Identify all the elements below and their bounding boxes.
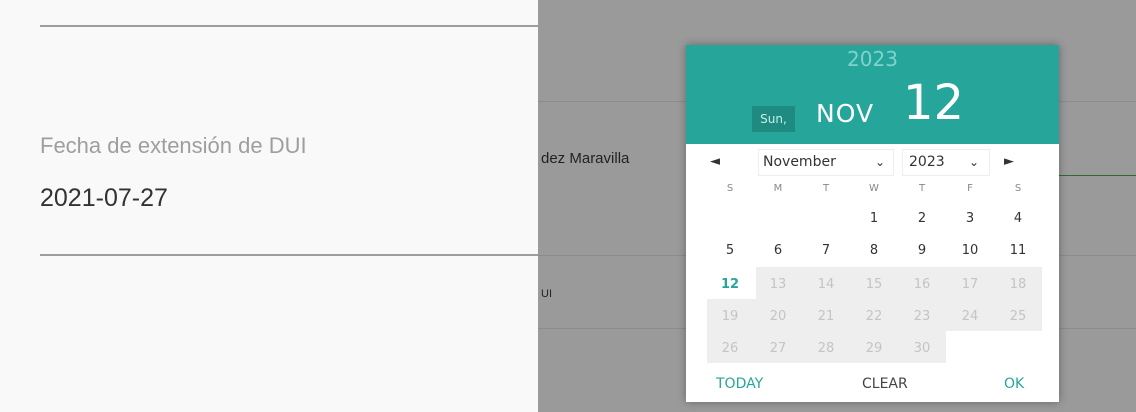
day-cell[interactable]: 7	[802, 243, 850, 258]
day-cell: 28	[817, 341, 835, 356]
day-cell[interactable]: 2	[898, 211, 946, 226]
prev-month-icon[interactable]: ◄	[710, 154, 720, 169]
day-cell: 17	[961, 277, 979, 292]
day-cell: 23	[913, 309, 931, 324]
header-weekday: Sun,	[752, 106, 795, 132]
day-cell: 14	[817, 277, 835, 292]
selected-day[interactable]: 12	[706, 277, 754, 292]
day-cell[interactable]: 1	[850, 211, 898, 226]
day-cell: 26	[721, 341, 739, 356]
weekday-label: M	[773, 183, 783, 194]
field-underline	[40, 254, 538, 256]
weekday-label: S	[1014, 183, 1022, 194]
day-cell[interactable]: 4	[994, 211, 1042, 226]
day-cell[interactable]: 9	[898, 243, 946, 258]
datepicker-dialog: 2023 Sun, NOV 12 ◄ November ⌄ 2023 ⌄ ► S…	[686, 45, 1059, 402]
day-cell[interactable]: 11	[994, 243, 1042, 258]
month-select[interactable]: November ⌄	[758, 149, 894, 176]
year-select-value: 2023	[909, 154, 945, 170]
day-cell: 13	[769, 277, 787, 292]
day-cell: 25	[1009, 309, 1027, 324]
divider-top	[40, 25, 538, 27]
day-cell: 29	[865, 341, 883, 356]
header-day: 12	[903, 75, 965, 131]
date-field[interactable]: 2021-07-27	[40, 184, 168, 213]
datepicker-footer: TODAY CLEAR OK	[686, 367, 1059, 402]
day-cell: 20	[769, 309, 787, 324]
header-year[interactable]: 2023	[686, 47, 1059, 71]
form-panel: Fecha de extensión de DUI 2021-07-27	[0, 0, 538, 412]
day-cell[interactable]: 10	[946, 243, 994, 258]
day-cell: 18	[1009, 277, 1027, 292]
day-cell: 27	[769, 341, 787, 356]
datepicker-header: 2023 Sun, NOV 12	[686, 45, 1059, 144]
today-button[interactable]: TODAY	[716, 376, 763, 392]
day-cell: 15	[865, 277, 883, 292]
bg-name-text: dez Maravilla	[541, 150, 630, 167]
chevron-down-icon: ⌄	[875, 155, 886, 169]
next-month-icon[interactable]: ►	[1004, 154, 1014, 169]
header-month: NOV	[816, 99, 875, 128]
bg-dui-text: UI	[541, 288, 552, 300]
day-cell[interactable]: 3	[946, 211, 994, 226]
weekday-label: F	[967, 183, 973, 194]
screen: Fecha de extensión de DUI 2021-07-27 dez…	[0, 0, 1136, 412]
day-cell: 16	[913, 277, 931, 292]
weekday-label: S	[726, 183, 734, 194]
day-cell: 21	[817, 309, 835, 324]
day-cell[interactable]: 8	[850, 243, 898, 258]
year-select[interactable]: 2023 ⌄	[902, 149, 990, 176]
day-cell[interactable]: 6	[754, 243, 802, 258]
day-cell: 19	[721, 309, 739, 324]
weekday-label: T	[822, 183, 830, 194]
weekday-label: T	[918, 183, 926, 194]
weekday-header: SMTWTFS	[706, 183, 1042, 203]
day-cell: 30	[913, 341, 931, 356]
day-cell[interactable]: 5	[706, 243, 754, 258]
clear-button[interactable]: CLEAR	[862, 376, 908, 392]
ok-button[interactable]: OK	[1004, 376, 1024, 392]
field-label: Fecha de extensión de DUI	[40, 133, 307, 158]
month-select-value: November	[763, 154, 836, 170]
day-cell: 22	[865, 309, 883, 324]
weekday-label: W	[869, 183, 879, 194]
day-cell: 24	[961, 309, 979, 324]
chevron-down-icon: ⌄	[969, 155, 980, 169]
